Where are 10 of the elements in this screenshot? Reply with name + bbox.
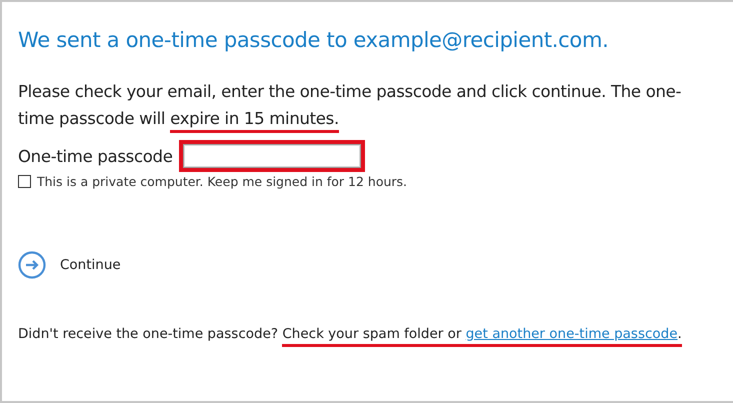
keep-signed-in-checkbox[interactable] bbox=[18, 175, 31, 188]
resend-help-text: Didn't receive the one-time passcode? Check your spam folder or get another one-time passcode. bbox=[18, 325, 682, 349]
keep-signed-in-label: This is a private computer. Keep me signed in for 12 hours. bbox=[37, 174, 408, 189]
passcode-field[interactable] bbox=[178, 140, 365, 172]
page-heading: We sent a one-time passcode to example@recipient.com. bbox=[18, 28, 610, 52]
resend-link[interactable]: get another one-time passcode bbox=[466, 326, 678, 342]
passcode-label: One-time passcode bbox=[18, 146, 173, 166]
arrow-circle-icon bbox=[18, 251, 46, 279]
continue-button[interactable]: Continue bbox=[18, 251, 121, 279]
instructions-text: Please check your email, enter the one-time passcode and click continue. The one-time passcode will expire in 15 minutes. bbox=[18, 78, 698, 136]
